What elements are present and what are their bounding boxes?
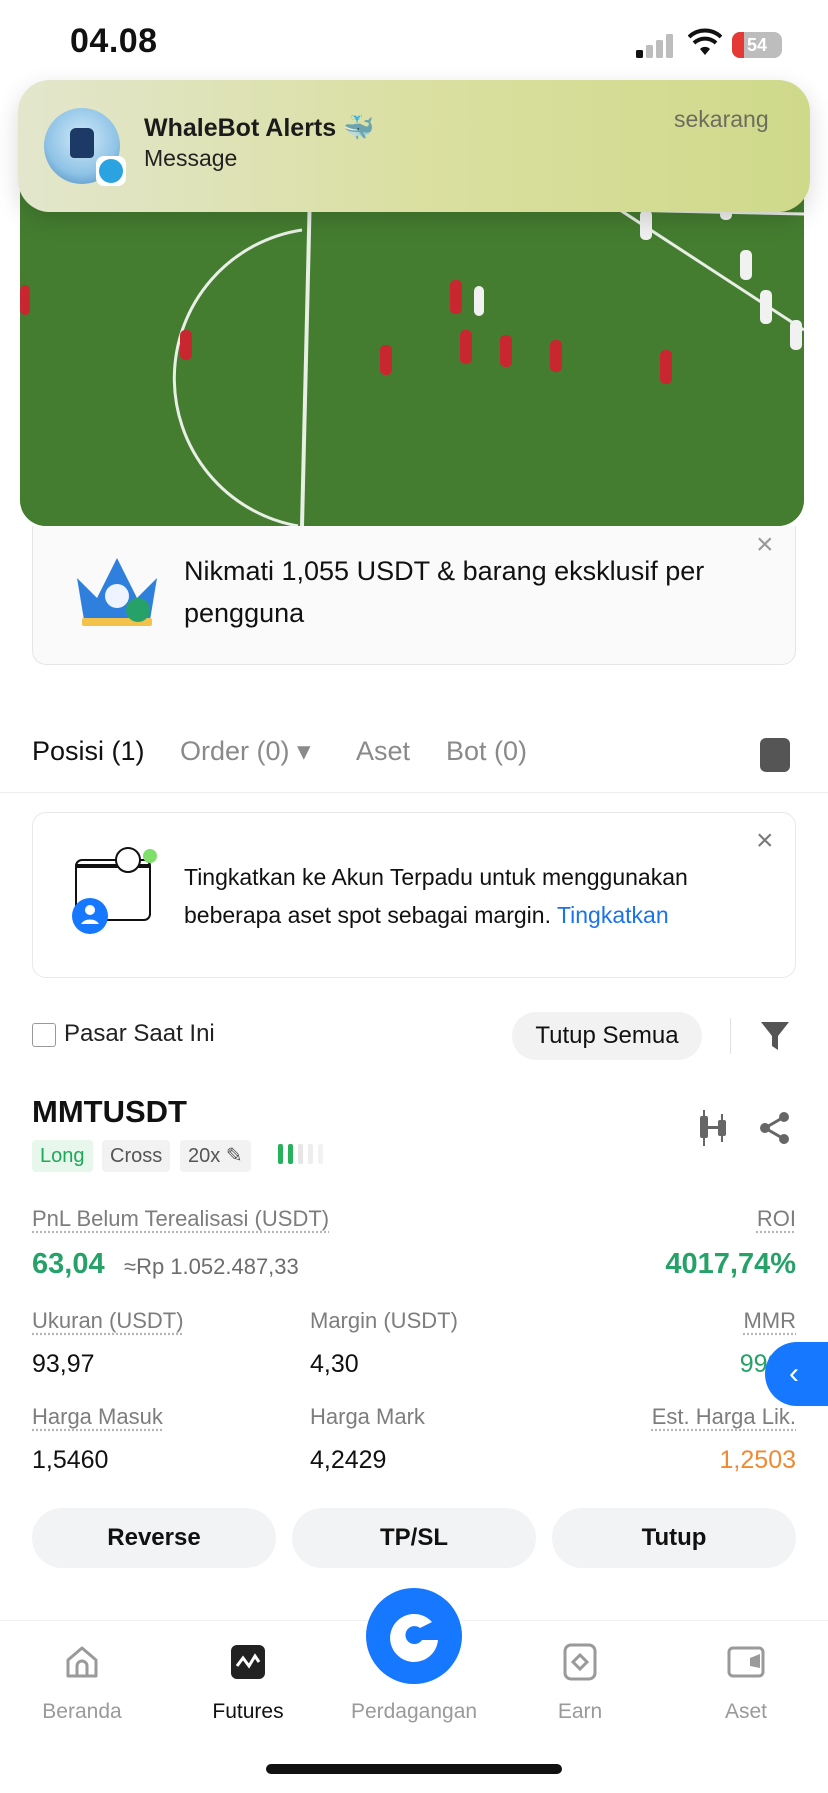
entry-price-label[interactable]: Harga Masuk [32,1404,163,1430]
filter-divider [730,1018,731,1054]
pnl-idr-value: ≈Rp 1.052.487,33 [124,1254,299,1280]
leverage-value: 20x [188,1145,220,1167]
nav-futures[interactable]: Futures [168,1700,328,1724]
tab-assets[interactable]: Aset [356,736,410,767]
tab-bots[interactable]: Bot (0) [446,736,527,767]
chart-candles-icon[interactable] [696,1110,730,1146]
account-upgrade-icon [70,846,160,936]
football-scene-image [20,190,804,526]
share-icon[interactable] [758,1110,792,1146]
filter-icon[interactable] [760,1020,790,1052]
history-icon[interactable] [760,738,790,772]
leverage-tag[interactable]: 20x ✎ [180,1140,251,1172]
nav-home[interactable]: Beranda [2,1700,162,1724]
mmr-label[interactable]: MMR [743,1308,796,1334]
wifi-icon [688,28,722,58]
nav-earn[interactable]: Earn [500,1700,660,1724]
notification-subtitle: Message [144,145,237,172]
size-value: 93,97 [32,1350,95,1379]
nav-trade[interactable]: Perdagangan [334,1700,494,1724]
earn-icon[interactable] [560,1642,600,1682]
crown-reward-icon [72,548,162,630]
notification-title: WhaleBot Alerts 🐳 [144,114,374,143]
tab-orders[interactable]: Order (0) ▾ [180,736,311,767]
cellular-signal-icon [636,34,676,58]
entry-price-value: 1,5460 [32,1446,108,1475]
margin-label: Margin (USDT) [310,1308,458,1334]
mark-price-value: 4,2429 [310,1446,386,1475]
margin-value: 4,30 [310,1350,359,1379]
upgrade-link[interactable]: Tingkatkan [557,902,669,928]
unified-account-text: Tingkatkan ke Akun Terpadu untuk menggun… [184,858,754,934]
current-market-checkbox[interactable] [32,1023,56,1047]
whale-bot-icon [70,128,94,158]
pnl-value: 63,04 [32,1248,105,1281]
side-tag: Long [32,1140,93,1172]
unified-account-close-icon[interactable]: × [756,824,774,858]
home-indicator[interactable] [266,1764,562,1774]
notification-time: sekarang [674,106,769,133]
liq-price-value: 1,2503 [720,1446,796,1475]
liq-price-label[interactable]: Est. Harga Lik. [652,1404,796,1430]
video-player[interactable] [20,190,804,526]
tab-divider [0,792,828,793]
battery-level: 54 [747,35,767,56]
status-time: 04.08 [70,22,158,61]
tab-positions[interactable]: Posisi (1) [32,736,145,767]
current-market-label: Pasar Saat Ini [64,1020,215,1048]
battery-icon: 54 [732,32,782,58]
collapse-panel-button[interactable]: ‹ [765,1342,828,1406]
mark-price-label: Harga Mark [310,1404,425,1430]
margin-mode-tag: Cross [102,1140,170,1172]
telegram-icon [96,156,126,186]
home-icon[interactable] [62,1642,102,1682]
promo-close-icon[interactable]: × [756,528,774,562]
adl-indicator-icon [278,1144,334,1164]
tpsl-button[interactable]: TP/SL [292,1508,536,1568]
wallet-icon[interactable] [726,1642,766,1682]
close-all-button[interactable]: Tutup Semua [512,1012,702,1060]
notification-banner[interactable] [18,80,810,212]
edit-icon: ✎ [226,1145,243,1167]
futures-icon[interactable] [228,1642,268,1682]
size-label[interactable]: Ukuran (USDT) [32,1308,184,1334]
reverse-button[interactable]: Reverse [32,1508,276,1568]
roi-label[interactable]: ROI [757,1206,796,1232]
roi-value: 4017,74% [665,1248,796,1281]
trade-icon [366,1588,462,1684]
nav-assets[interactable]: Aset [666,1700,826,1724]
close-position-button[interactable]: Tutup [552,1508,796,1568]
position-pair[interactable]: MMTUSDT [32,1094,187,1130]
pnl-label[interactable]: PnL Belum Terealisasi (USDT) [32,1206,329,1232]
chevron-left-icon: ‹ [789,1357,799,1391]
promo-text: Nikmati 1,055 USDT & barang eksklusif pe… [184,550,744,634]
trade-button[interactable] [366,1588,462,1684]
